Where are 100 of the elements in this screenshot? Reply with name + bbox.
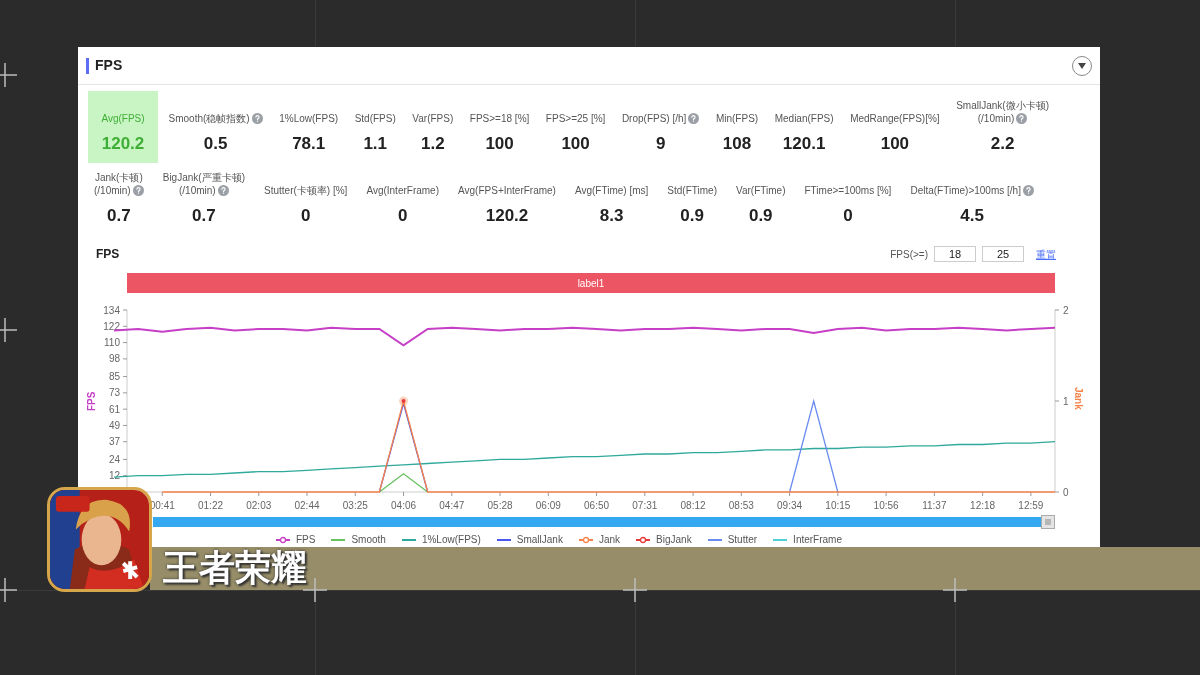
stat-value: 108	[722, 133, 752, 156]
stat-value: 4.5	[960, 205, 984, 228]
stat-value: 120.2	[101, 133, 145, 156]
x-tick-label: 02:03	[246, 500, 272, 511]
y-tick-label: 1	[1063, 395, 1069, 407]
legend-label: BigJank	[656, 533, 692, 547]
stat-label: 1%Low(FPS)	[279, 112, 339, 126]
stat-label: (/10min)	[179, 184, 216, 198]
legend-line-icon	[578, 535, 593, 544]
y-tick-label: 98	[108, 353, 120, 365]
y-tick-label: 110	[104, 337, 120, 349]
legend-line-icon	[275, 535, 290, 544]
caret-icon	[1078, 62, 1086, 69]
stat-label: SmallJank(微小卡顿)	[956, 99, 1049, 113]
x-tick-label: 04:47	[439, 500, 465, 511]
x-tick-label: 12:18	[970, 500, 996, 511]
y-tick-label: 134	[103, 304, 120, 316]
stat-value: 9	[655, 133, 666, 156]
stat-value: 100	[561, 133, 590, 156]
x-tick-label: 08:53	[728, 500, 754, 511]
threshold-field[interactable]: 25	[982, 246, 1024, 262]
help-icon[interactable]	[217, 185, 229, 197]
stat-label: Avg(InterFrame)	[366, 184, 439, 198]
y-tick-label: 61	[108, 403, 120, 415]
x-tick-label: 05:28	[487, 500, 513, 511]
stat-label: (/10min)	[94, 184, 131, 198]
stat-label: Stutter(卡顿率) [%]	[264, 184, 348, 198]
y-tick-label: 2	[1063, 304, 1069, 316]
threshold-field[interactable]: 18	[934, 246, 976, 262]
x-tick-label: 09:34	[777, 500, 803, 511]
y-tick-label: 122	[103, 320, 120, 332]
stat-label: Avg(FPS+InterFrame)	[458, 184, 556, 198]
panel-title: FPS	[95, 56, 123, 75]
x-tick-label: 10:56	[873, 500, 899, 511]
stat-label: FTime>=100ms [%]	[804, 184, 892, 198]
crosshair-icon	[623, 578, 647, 602]
stat-label: Jank(卡顿)	[94, 171, 143, 185]
stat-label: MedRange(FPS)[%]	[850, 112, 940, 126]
legend-label: FPS	[295, 533, 316, 547]
x-tick-label: 06:09	[535, 500, 561, 511]
stat-label: Avg(FTime) [ms]	[575, 184, 649, 198]
stat-label: Std(FTime)	[667, 184, 717, 198]
stat-label: FPS>=18 [%]	[469, 112, 530, 126]
stat-value: 1.2	[421, 133, 445, 156]
stat-label: Var(FPS)	[412, 112, 454, 126]
x-tick-label: 01:22	[198, 500, 224, 511]
stat-value: 1.1	[363, 133, 388, 156]
help-icon[interactable]	[688, 113, 700, 125]
slider-handle[interactable]	[1041, 515, 1055, 529]
stat-value: 120.1	[782, 133, 826, 156]
y-tick-label: 0	[1063, 486, 1069, 498]
y-tick-label: 24	[108, 453, 120, 465]
x-tick-label: 04:06	[391, 500, 417, 511]
stat-value: 100	[485, 133, 514, 156]
stat-value: 0.9	[680, 205, 704, 228]
stat-value: 2.2	[990, 133, 1015, 156]
stat-label: Std(FPS)	[354, 112, 396, 126]
stat-label: Median(FPS)	[774, 112, 834, 126]
stat-label: BigJank(严重卡顿)	[162, 171, 245, 185]
threshold-label: FPS(>=)	[890, 247, 928, 262]
stat-value: 0.9	[748, 205, 773, 228]
legend-label: Jank	[598, 533, 621, 547]
x-tick-label: 06:50	[584, 500, 610, 511]
y-tick-label: 73	[108, 387, 120, 399]
y-tick-label: 85	[108, 371, 120, 383]
peak-marker	[399, 396, 409, 406]
label-bar-text: label1	[577, 276, 605, 291]
stat-label: Smooth(稳帧指数)	[168, 112, 250, 126]
y-axis-label: FPS	[86, 391, 97, 411]
stat-label: Delta(FTime)>100ms [/h]	[910, 184, 1021, 198]
stat-value: 120.2	[485, 205, 529, 228]
x-tick-label: 07:31	[632, 500, 658, 511]
help-icon[interactable]	[251, 113, 263, 125]
stat-value: 0	[397, 205, 408, 228]
stat-value: 0	[300, 205, 311, 228]
reset-link[interactable]: 重置	[1036, 246, 1056, 262]
x-tick-label: 12:59	[1018, 500, 1044, 511]
caption-title: 王者荣耀	[163, 546, 307, 590]
help-icon[interactable]	[1016, 113, 1028, 125]
x-tick-label: 08:12	[680, 500, 706, 511]
x-tick-label: 11:37	[922, 500, 947, 511]
stat-value: 8.3	[599, 205, 624, 228]
crosshair-icon	[0, 63, 17, 87]
stat-label: FPS>=25 [%]	[545, 112, 606, 126]
stat-value: 0.5	[203, 133, 228, 156]
help-icon[interactable]	[1022, 185, 1034, 197]
y-axis-label: Jank	[1073, 387, 1084, 410]
x-tick-label: 02:44	[294, 500, 320, 511]
x-tick-label: 10:15	[825, 500, 851, 511]
legend-label: InterFrame	[793, 533, 842, 547]
legend-label: 1%Low(FPS)	[421, 533, 481, 547]
grip-icon	[1045, 519, 1051, 525]
y-tick-label: 12	[108, 470, 120, 482]
legend-label: SmallJank	[516, 533, 563, 547]
stat-value: 0.7	[107, 205, 131, 228]
crosshair-icon	[0, 318, 17, 342]
y-tick-label: 49	[108, 419, 120, 431]
help-icon[interactable]	[132, 185, 144, 197]
legend-line-icon	[636, 535, 651, 544]
stat-label: Avg(FPS)	[101, 112, 145, 126]
